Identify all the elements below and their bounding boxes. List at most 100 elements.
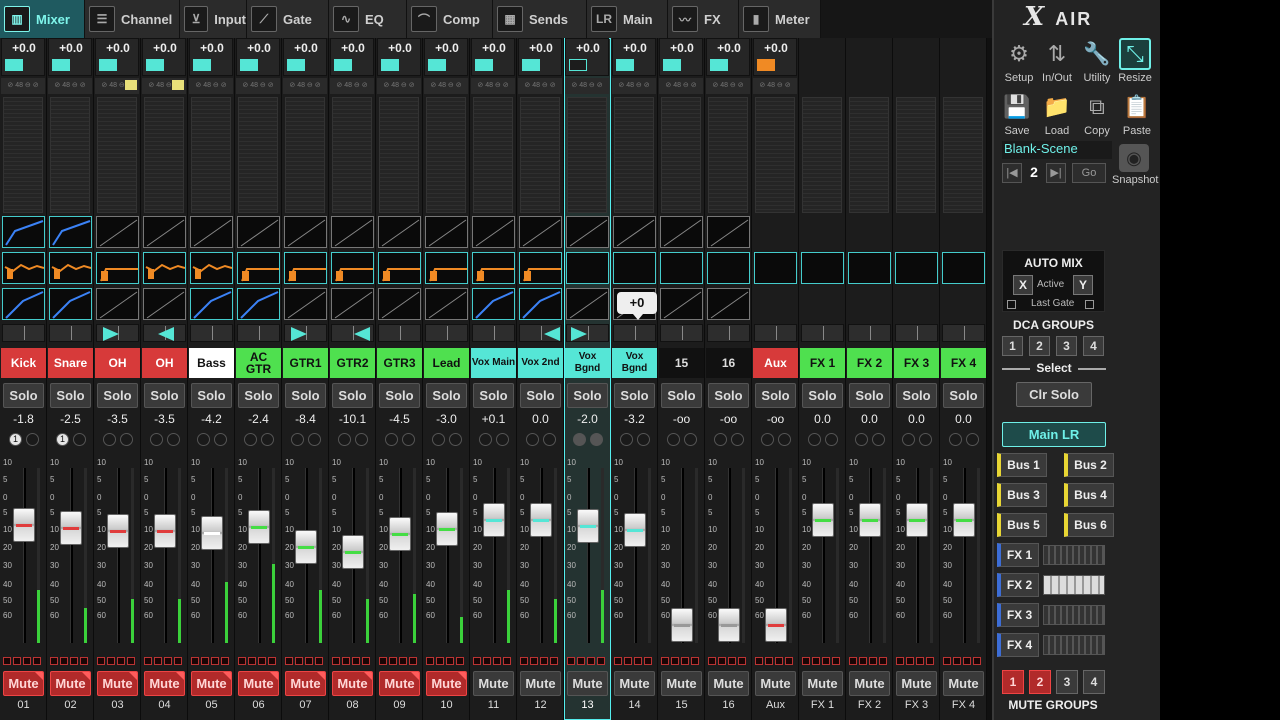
gain-control[interactable]: +0.0 xyxy=(189,38,233,76)
gain-control[interactable]: +0.0 xyxy=(95,38,139,76)
pan-control[interactable] xyxy=(96,324,139,342)
comp-display[interactable] xyxy=(472,288,515,320)
snapshot-button[interactable]: ◉ Snapshot xyxy=(1112,144,1158,192)
gate-display[interactable] xyxy=(425,216,468,248)
eq-display[interactable] xyxy=(848,252,891,284)
gate-display[interactable] xyxy=(284,216,327,248)
automix-dot[interactable] xyxy=(26,433,39,446)
eq-display[interactable] xyxy=(49,252,92,284)
mute-group-button-3[interactable]: 3 xyxy=(1056,670,1078,694)
automix-dot[interactable] xyxy=(714,433,727,446)
automix-dot[interactable] xyxy=(919,433,932,446)
automix-dot[interactable] xyxy=(526,433,539,446)
pan-control[interactable] xyxy=(519,324,562,342)
solo-button[interactable]: Solo xyxy=(285,383,326,408)
gain-control[interactable]: +0.0 xyxy=(612,38,656,76)
tab-fx[interactable]: 〰 FX xyxy=(668,0,739,38)
mute-button[interactable]: Mute xyxy=(661,671,702,696)
automix-indicators[interactable] xyxy=(291,433,323,447)
phantom-phase-row[interactable]: ⊘ 48 ⊖ ⊘ xyxy=(189,78,233,94)
comp-display[interactable] xyxy=(660,288,703,320)
gain-control[interactable]: +0.0 xyxy=(659,38,703,76)
tab-eq[interactable]: ∿ EQ xyxy=(329,0,407,38)
last-gate-y-checkbox[interactable] xyxy=(1085,300,1094,309)
pan-control[interactable] xyxy=(660,324,703,342)
phantom-phase-row[interactable]: ⊘ 48 ⊖ ⊘ xyxy=(612,78,656,94)
gain-control[interactable]: +0.0 xyxy=(753,38,797,76)
dca-button-4[interactable]: 4 xyxy=(1083,336,1104,356)
main-lr-select-button[interactable]: Main LR xyxy=(1002,422,1106,447)
comp-display[interactable] xyxy=(566,288,609,320)
gain-control[interactable]: +0.0 xyxy=(706,38,750,76)
fader-knob[interactable] xyxy=(718,608,740,642)
mute-button[interactable]: Mute xyxy=(379,671,420,696)
comp-display[interactable] xyxy=(96,288,139,320)
dca-button-1[interactable]: 1 xyxy=(1002,336,1023,356)
fx-button[interactable]: FX 4 xyxy=(997,633,1039,657)
automix-dot[interactable] xyxy=(308,433,321,446)
mute-button[interactable]: Mute xyxy=(426,671,467,696)
fader-knob[interactable] xyxy=(13,508,35,542)
automix-dot[interactable] xyxy=(543,433,556,446)
mute-button[interactable]: Mute xyxy=(285,671,326,696)
automix-dot[interactable] xyxy=(620,433,633,446)
fader-knob[interactable] xyxy=(295,530,317,564)
gain-control[interactable]: +0.0 xyxy=(142,38,186,76)
solo-button[interactable]: Solo xyxy=(802,383,843,408)
automix-dot[interactable] xyxy=(667,433,680,446)
eq-display[interactable] xyxy=(566,252,609,284)
mute-button[interactable]: Mute xyxy=(614,671,655,696)
last-gate-x-checkbox[interactable] xyxy=(1007,300,1016,309)
channel-name[interactable]: FX 1 xyxy=(800,348,845,378)
solo-button[interactable]: Solo xyxy=(332,383,373,408)
clr-solo-button[interactable]: Clr Solo xyxy=(1016,382,1092,407)
automix-indicators[interactable] xyxy=(949,433,981,447)
automix-dot[interactable] xyxy=(103,433,116,446)
mute-button[interactable]: Mute xyxy=(97,671,138,696)
mute-button[interactable]: Mute xyxy=(802,671,843,696)
phantom-phase-row[interactable]: ⊘ 48 ⊖ ⊘ xyxy=(471,78,515,94)
mute-group-button-1[interactable]: 1 xyxy=(1002,670,1024,694)
pan-control[interactable] xyxy=(613,324,656,342)
tab-mixer[interactable]: ▥ Mixer xyxy=(0,0,85,38)
gain-control[interactable]: +0.0 xyxy=(48,38,92,76)
fader-knob[interactable] xyxy=(154,514,176,548)
tool-copy[interactable]: ⧉ Copy xyxy=(1076,91,1118,139)
channel-name[interactable]: AC GTR xyxy=(236,348,281,378)
pan-control[interactable] xyxy=(848,324,891,342)
eq-display[interactable] xyxy=(707,252,750,284)
channel-name[interactable]: Aux xyxy=(753,348,798,378)
fx-unit-thumbnail[interactable] xyxy=(1043,635,1105,655)
channel-name[interactable]: FX 4 xyxy=(941,348,986,378)
comp-display[interactable] xyxy=(284,288,327,320)
solo-button[interactable]: Solo xyxy=(520,383,561,408)
automix-indicators[interactable] xyxy=(479,433,511,447)
eq-display[interactable] xyxy=(754,252,797,284)
automix-dot[interactable] xyxy=(449,433,462,446)
tab-sends[interactable]: ▦ Sends xyxy=(493,0,587,38)
tab-input[interactable]: ⊻ Input xyxy=(180,0,247,38)
channel-name[interactable]: Snare xyxy=(48,348,93,378)
solo-button[interactable]: Solo xyxy=(97,383,138,408)
tool-utility[interactable]: 🔧 Utility xyxy=(1076,38,1118,86)
pan-control[interactable] xyxy=(566,324,609,342)
mute-button[interactable]: Mute xyxy=(567,671,608,696)
fader-knob[interactable] xyxy=(201,516,223,550)
automix-dot[interactable] xyxy=(214,433,227,446)
channel-name[interactable]: Bass xyxy=(189,348,234,378)
comp-display[interactable] xyxy=(2,288,45,320)
pan-control[interactable] xyxy=(895,324,938,342)
mute-button[interactable]: Mute xyxy=(332,671,373,696)
gain-control[interactable]: +0.0 xyxy=(471,38,515,76)
channel-name[interactable]: OH xyxy=(95,348,140,378)
mute-button[interactable]: Mute xyxy=(191,671,232,696)
comp-display[interactable] xyxy=(378,288,421,320)
automix-indicators[interactable]: 1 xyxy=(56,433,88,447)
mute-button[interactable]: Mute xyxy=(3,671,44,696)
pan-control[interactable] xyxy=(284,324,327,342)
automix-dot[interactable] xyxy=(902,433,915,446)
fx-button[interactable]: FX 2 xyxy=(997,573,1039,597)
solo-button[interactable]: Solo xyxy=(614,383,655,408)
comp-display[interactable] xyxy=(49,288,92,320)
gain-control[interactable]: +0.0 xyxy=(518,38,562,76)
